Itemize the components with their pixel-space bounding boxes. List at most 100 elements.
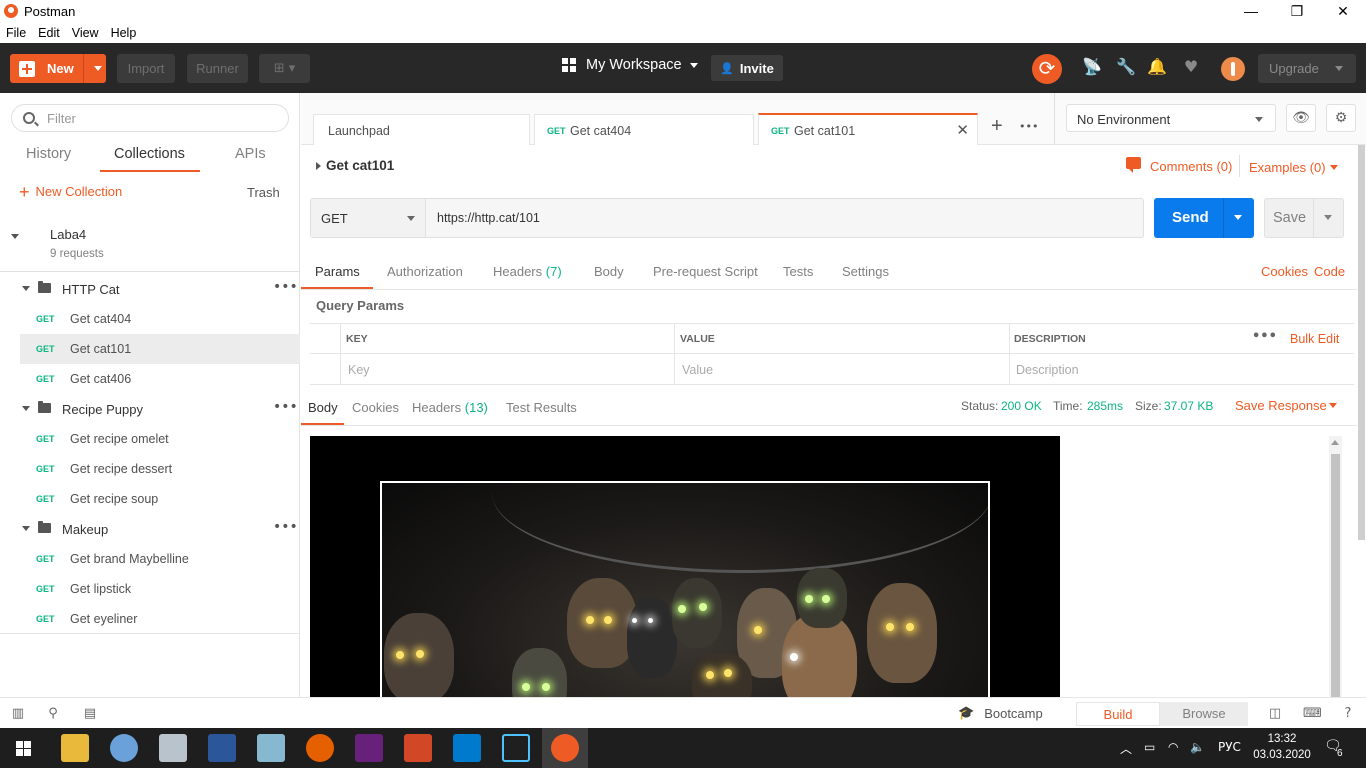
more-tabs-icon[interactable]: ••• <box>1019 120 1038 133</box>
import-button[interactable]: Import <box>117 54 175 83</box>
menu-file[interactable]: File <box>6 26 26 40</box>
tab-apis[interactable]: APIs <box>235 146 266 162</box>
workspace-selector[interactable]: My Workspace <box>562 57 698 73</box>
url-input[interactable]: https://http.cat/101 <box>437 211 540 225</box>
paint-icon[interactable] <box>110 734 138 762</box>
send-button[interactable]: Send <box>1154 198 1254 238</box>
collection-header[interactable]: Laba4 9 requests <box>0 220 300 272</box>
console-icon[interactable]: ▤ <box>82 706 98 721</box>
size-value[interactable]: 37.07 KB <box>1164 399 1213 413</box>
gear-icon[interactable]: ⚙ <box>1326 104 1356 132</box>
chevron-down-icon[interactable] <box>22 526 30 531</box>
menu-help[interactable]: Help <box>111 26 137 40</box>
browse-toggle[interactable]: Browse <box>1160 702 1248 726</box>
windows-start-icon[interactable] <box>16 741 31 756</box>
list-item[interactable]: GET Get cat404 <box>0 304 300 334</box>
chevron-down-icon[interactable] <box>22 406 30 411</box>
file-explorer-icon[interactable] <box>61 734 89 762</box>
key-input[interactable]: Key <box>348 363 370 377</box>
tab-response-body[interactable]: Body <box>308 400 338 415</box>
toggle-sidebar-icon[interactable]: ▥ <box>10 706 26 721</box>
bootcamp-button[interactable]: 🎓 Bootcamp <box>958 706 1043 721</box>
chevron-down-icon[interactable] <box>11 234 19 239</box>
more-options-icon[interactable]: ••• <box>273 399 298 415</box>
vscode-icon[interactable] <box>453 734 481 762</box>
more-options-icon[interactable]: ••• <box>273 519 298 535</box>
save-response-button[interactable]: Save Response <box>1235 398 1327 413</box>
folder-http-cat[interactable]: HTTP Cat ••• <box>0 274 300 304</box>
intellij-icon[interactable] <box>502 734 530 762</box>
volume-icon[interactable]: 🔈 <box>1190 740 1205 754</box>
list-item[interactable]: GET Get lipstick <box>0 574 300 604</box>
scrollbar-thumb[interactable] <box>1331 454 1340 697</box>
list-item[interactable]: GET Get recipe soup <box>0 484 300 514</box>
chevron-up-icon[interactable]: ︿ <box>1120 740 1132 757</box>
filter-input[interactable]: Filter <box>11 104 289 132</box>
environment-select[interactable]: No Environment <box>1066 104 1276 132</box>
tab-collections[interactable]: Collections <box>114 146 185 162</box>
list-item[interactable]: GET Get brand Maybelline <box>0 544 300 574</box>
new-window-button[interactable]: ⊞ ▾ <box>259 54 310 83</box>
time-value[interactable]: 285ms <box>1087 399 1123 413</box>
tab-tests[interactable]: Tests <box>783 264 813 279</box>
heart-icon[interactable]: ♥ <box>1180 57 1202 79</box>
scroll-up-icon[interactable] <box>1331 440 1339 445</box>
build-toggle[interactable]: Build <box>1076 702 1160 726</box>
new-button[interactable]: New <box>10 54 106 83</box>
tab-settings[interactable]: Settings <box>842 264 889 279</box>
save-dropdown-caret-icon[interactable] <box>1324 215 1332 220</box>
chevron-down-icon[interactable] <box>1330 165 1338 170</box>
tab-get-cat101[interactable]: GET Get cat101 ✕ <box>758 113 978 145</box>
avatar[interactable] <box>1221 57 1245 81</box>
two-pane-icon[interactable]: ◫ <box>1267 706 1283 721</box>
list-item-selected[interactable]: GET Get cat101 <box>20 334 300 364</box>
tab-body[interactable]: Body <box>594 264 624 279</box>
send-dropdown-caret-icon[interactable] <box>1234 215 1242 220</box>
menu-view[interactable]: View <box>72 26 99 40</box>
satellite-icon[interactable]: 📡 <box>1081 57 1103 79</box>
scrollbar-thumb[interactable] <box>1358 145 1365 540</box>
comments-link[interactable]: Comments (0) <box>1150 159 1232 174</box>
keyboard-icon[interactable]: ⌨ <box>1303 706 1322 721</box>
upgrade-button[interactable]: Upgrade <box>1258 54 1356 83</box>
request-title[interactable]: Get cat101 <box>316 158 394 173</box>
save-button[interactable]: Save <box>1264 198 1344 238</box>
new-dropdown-caret-icon[interactable] <box>94 66 102 71</box>
eye-icon[interactable]: 👁 <box>1286 104 1316 132</box>
main-scrollbar[interactable] <box>1357 145 1366 697</box>
wrench-icon[interactable]: 🔧 <box>1115 57 1137 79</box>
search-icon[interactable]: ⚲ <box>45 706 61 721</box>
sync-icon[interactable] <box>1032 54 1062 84</box>
minimize-button[interactable]: — <box>1228 0 1274 22</box>
clock[interactable]: 13:32 03.03.2020 <box>1252 731 1312 763</box>
tab-authorization[interactable]: Authorization <box>387 264 463 279</box>
response-scrollbar[interactable] <box>1329 436 1342 697</box>
runner-button[interactable]: Runner <box>187 54 248 83</box>
firefox-icon[interactable] <box>306 734 334 762</box>
bulk-edit-link[interactable]: Bulk Edit <box>1290 332 1339 346</box>
status-value[interactable]: 200 OK <box>1001 399 1042 413</box>
trash-button[interactable]: Trash <box>247 185 280 200</box>
postman-taskbar-icon[interactable] <box>551 734 579 762</box>
value-input[interactable]: Value <box>682 363 713 377</box>
chevron-down-icon[interactable] <box>22 286 30 291</box>
scanner-icon[interactable] <box>159 734 187 762</box>
bell-icon[interactable]: 🔔 <box>1146 57 1168 79</box>
method-select[interactable]: GET <box>311 199 426 237</box>
tab-prerequest-script[interactable]: Pre-request Script <box>653 264 758 279</box>
more-options-icon[interactable]: ••• <box>1252 329 1277 344</box>
tab-response-cookies[interactable]: Cookies <box>352 400 399 415</box>
word-icon[interactable] <box>208 734 236 762</box>
comment-icon[interactable] <box>1126 157 1141 173</box>
tab-params[interactable]: Params <box>315 264 360 279</box>
close-icon[interactable]: ✕ <box>956 121 969 139</box>
tab-history[interactable]: History <box>26 146 71 162</box>
wifi-icon[interactable]: ◠ <box>1168 740 1178 754</box>
tab-get-cat404[interactable]: GET Get cat404 <box>534 114 754 145</box>
list-item[interactable]: GET Get recipe dessert <box>0 454 300 484</box>
tab-headers[interactable]: Headers (7) <box>493 264 562 279</box>
folder-makeup[interactable]: Makeup ••• <box>0 514 300 544</box>
tab-response-headers[interactable]: Headers (13) <box>412 400 488 415</box>
powerpoint-icon[interactable] <box>404 734 432 762</box>
battery-icon[interactable]: ▭ <box>1144 740 1155 754</box>
